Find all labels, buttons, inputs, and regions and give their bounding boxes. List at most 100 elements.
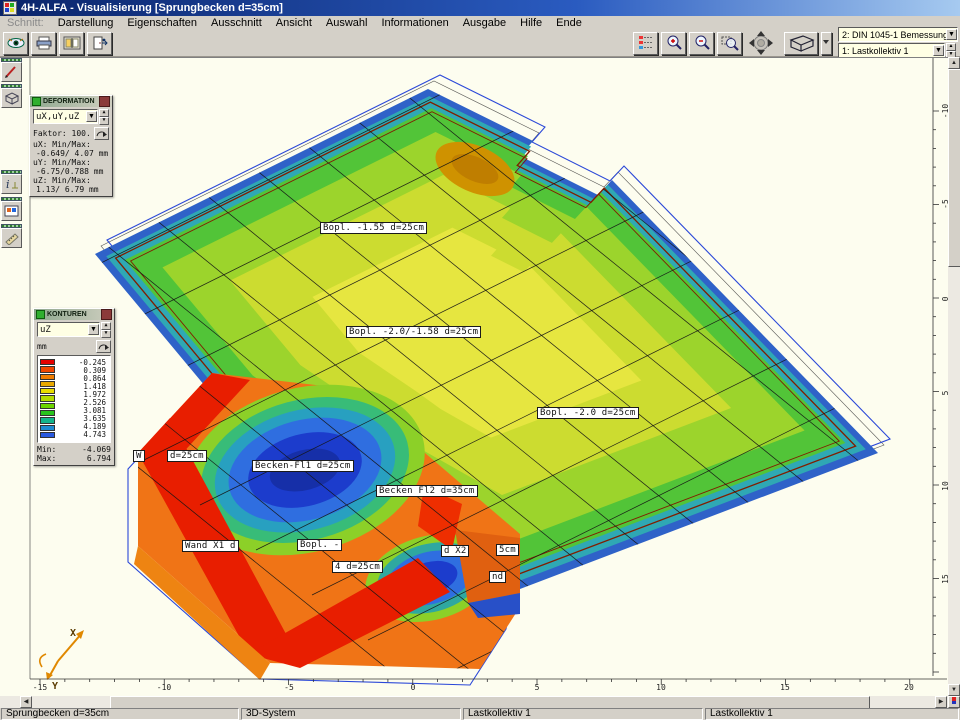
right-ruler [933, 111, 939, 672]
menu-item-ausgabe[interactable]: Ausgabe [456, 17, 513, 29]
structure-options-button[interactable] [633, 32, 658, 55]
scale-swatch [40, 395, 55, 401]
load-case-select[interactable]: 1: Lastkollektiv 1 ▼ [838, 43, 945, 58]
konturen-panel-title: KONTUREN [47, 311, 87, 318]
model-label: Wand X1 d [182, 540, 239, 552]
scale-swatch [40, 432, 55, 438]
scroll-up-icon[interactable]: ▲ [948, 57, 960, 69]
menu-item-informationen[interactable]: Informationen [374, 17, 455, 29]
model-label: d=25cm [167, 450, 207, 462]
design-code-value: 2: DIN 1045-1 Bemessung [839, 30, 946, 40]
ruler-tick-label: 0 [411, 683, 416, 692]
menu-item-ausschnitt[interactable]: Ausschnitt [204, 17, 269, 29]
exit-button[interactable] [87, 32, 112, 55]
close-icon[interactable] [101, 309, 112, 320]
scale-swatch [40, 417, 55, 423]
design-code-select[interactable]: 2: DIN 1045-1 Bemessung ▼ [838, 27, 958, 42]
dropdown-icon[interactable]: ▼ [88, 324, 99, 335]
marker-icon [950, 697, 958, 705]
printer-icon [35, 36, 53, 50]
zoom-in-button[interactable] [661, 32, 686, 55]
scale-swatch [40, 388, 55, 394]
menu-item-eigenschaften[interactable]: Eigenschaften [120, 17, 204, 29]
model-label: W [133, 450, 145, 462]
zoom-out-button[interactable] [689, 32, 714, 55]
zoom-window-button[interactable] [717, 32, 742, 55]
menu-item-darstellung[interactable]: Darstellung [51, 17, 121, 29]
konturen-spinner[interactable]: ▲▼ [101, 322, 111, 338]
info-tool-button[interactable]: i [1, 174, 22, 194]
toolbar: 2: DIN 1045-1 Bemessung ▼ 1: Lastkollekt… [0, 30, 960, 57]
pan-control[interactable] [746, 30, 776, 56]
box-tool-button[interactable] [1, 88, 22, 108]
window-tool-button[interactable] [1, 201, 22, 221]
model-label: Bopl. -2.0 d=25cm [537, 407, 639, 419]
menu-bar: Schnitt: Darstellung Eigenschaften Aussc… [0, 16, 960, 30]
faktor-label: Faktor: 100. [33, 129, 91, 138]
ruler-tick-label: -10 [941, 104, 948, 118]
view-3d-dropdown[interactable] [821, 32, 832, 55]
ruler-tick-label: 15 [780, 683, 790, 692]
dropdown-icon[interactable]: ▼ [86, 111, 97, 122]
menu-item-hilfe[interactable]: Hilfe [513, 17, 549, 29]
model-label: nd [489, 571, 506, 583]
info-icon: i [4, 177, 19, 191]
menu-item-ansicht[interactable]: Ansicht [269, 17, 319, 29]
design-code-dropdown-icon[interactable]: ▼ [946, 29, 957, 40]
edit-tool-button[interactable] [1, 62, 22, 82]
corner-marker-button[interactable] [948, 696, 960, 708]
3d-viewport[interactable]: X Y Bopl. -1.55 d=25cm Bopl. -2.0/-1.58 … [0, 57, 948, 696]
scale-swatch [40, 381, 55, 387]
pan-arrows-icon [746, 30, 776, 56]
apply-button[interactable] [94, 127, 109, 140]
chevron-down-icon [823, 38, 830, 48]
preview-button[interactable] [3, 32, 28, 55]
menu-item-auswahl[interactable]: Auswahl [319, 17, 375, 29]
ruler-tick-label: 10 [656, 683, 666, 692]
scale-swatch [40, 374, 55, 380]
menu-item-ende[interactable]: Ende [549, 17, 589, 29]
deformation-panel-titlebar[interactable]: DEFORMATION [30, 96, 112, 107]
zoom-window-icon [721, 35, 739, 51]
uy-value: -6.75/0.788 mm [33, 167, 109, 176]
status-model-name: Sprungbecken d=35cm [1, 708, 239, 720]
apply-button[interactable] [96, 340, 111, 353]
ux-value: -0.649/ 4.07 mm [33, 149, 109, 158]
ruler-tool-button[interactable] [1, 228, 22, 248]
min-label: Min: [37, 445, 56, 454]
vertical-scrollbar[interactable]: ▲ ▼ [948, 57, 960, 696]
konturen-component-select[interactable]: uZ ▼ [37, 322, 100, 337]
model-label: Becken-Fl1 d=25cm [252, 460, 354, 472]
max-label: Max: [37, 454, 56, 463]
scale-swatch [40, 359, 55, 365]
scroll-down-icon[interactable]: ▼ [948, 684, 960, 696]
menu-item-schnitt: Schnitt: [0, 17, 51, 29]
close-icon[interactable] [99, 96, 110, 107]
min-value: -4.069 [82, 445, 111, 454]
zoom-out-icon [693, 35, 711, 51]
ruler-tick-label: 20 [904, 683, 914, 692]
scroll-left-icon[interactable]: ◀ [20, 696, 32, 708]
ruler-tick-label: -10 [157, 683, 171, 692]
mini-panel-view [1, 84, 22, 108]
deformation-component-value: uX,uY,uZ [34, 112, 86, 122]
scroll-right-icon[interactable]: ▶ [935, 696, 947, 708]
konturen-panel-titlebar[interactable]: KONTUREN [34, 309, 114, 320]
zoom-in-icon [665, 35, 683, 51]
status-load-case: Lastkollektiv 1 [463, 708, 703, 720]
panel-icon [36, 310, 45, 319]
deformation-spinner[interactable]: ▲▼ [99, 109, 109, 125]
load-case-dropdown-icon[interactable]: ▼ [933, 45, 944, 56]
ruler-tick-label: -5 [284, 683, 294, 692]
horizontal-scrollbar[interactable]: ◀ ▶ [0, 696, 948, 708]
book-icon [63, 36, 81, 50]
ruler-tick-label: 5 [535, 683, 540, 692]
view-3d-button[interactable] [784, 32, 818, 55]
model-label: d X2 [441, 545, 469, 557]
model-label: 5cm [496, 544, 519, 556]
model-label: 4 d=25cm [332, 561, 383, 573]
manual-button[interactable] [59, 32, 84, 55]
vertical-scroll-thumb[interactable] [948, 69, 960, 267]
deformation-component-select[interactable]: uX,uY,uZ ▼ [33, 109, 98, 124]
print-button[interactable] [31, 32, 56, 55]
